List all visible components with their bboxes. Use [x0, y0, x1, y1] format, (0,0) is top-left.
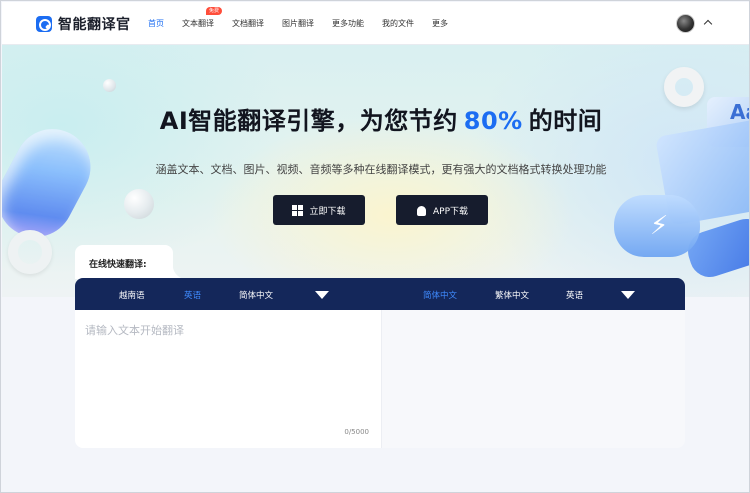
chevron-up-icon[interactable]	[703, 19, 713, 29]
download-button-label: 立即下载	[309, 206, 346, 217]
char-counter: 0/5000	[344, 428, 369, 436]
hero-title: AI智能翻译引擎，为您节约 80% 的时间	[2, 101, 749, 136]
android-icon	[416, 205, 427, 216]
download-button[interactable]: 立即下载	[273, 195, 365, 225]
source-lang-simplified-chinese[interactable]: 简体中文	[239, 289, 273, 301]
source-lang-vietnamese[interactable]: 越南语	[119, 289, 145, 301]
logo[interactable]: 智能翻译官	[36, 14, 131, 34]
translation-output	[381, 310, 685, 448]
sphere-decoration	[124, 189, 154, 219]
hero-title-main: AI智能翻译引擎，为您节约	[159, 107, 458, 135]
main-nav: 首页 文本翻译 免费 文档翻译 图片翻译 更多功能 我的文件 更多	[148, 2, 466, 45]
logo-text: 智能翻译官	[58, 17, 131, 33]
target-lang-traditional-chinese[interactable]: 繁体中文	[495, 289, 529, 301]
nav-text-translate[interactable]: 文本翻译 免费	[182, 7, 223, 29]
lightning-icon: ⚡	[650, 211, 669, 241]
small-sphere-decoration	[103, 79, 116, 92]
page-frame: 智能翻译官 首页 文本翻译 免费 文档翻译 图片翻译 更多功能 我的文件 更多 …	[0, 0, 750, 493]
target-lang-dropdown-icon[interactable]	[621, 291, 635, 299]
quick-translate-tab: 在线快速翻译:	[75, 245, 187, 279]
nav-doc-translate[interactable]: 文档翻译	[232, 18, 264, 29]
nav-more-features[interactable]: 更多功能	[332, 18, 364, 29]
nav-image-translate[interactable]: 图片翻译	[282, 18, 314, 29]
hero-title-tail: 的时间	[528, 107, 603, 135]
source-text-placeholder: 请输入文本开始翻译	[85, 324, 184, 337]
hero-subtitle: 涵盖文本、文档、图片、视频、音频等多种在线翻译模式，更有强大的文档格式转换处理功…	[155, 163, 607, 176]
avatar[interactable]	[676, 14, 695, 33]
target-lang-english[interactable]: 英语	[566, 289, 583, 301]
windows-icon	[292, 204, 304, 216]
source-lang-english[interactable]: 英语	[184, 289, 201, 301]
nav-more[interactable]: 更多	[432, 18, 448, 29]
app-download-button-label: APP下载	[432, 206, 468, 217]
nav-text-translate-label: 文本翻译	[182, 19, 214, 28]
language-bar: 越南语 英语 简体中文 简体中文 繁体中文 英语	[75, 278, 685, 310]
logo-icon	[36, 16, 52, 32]
ring-decoration	[8, 230, 52, 274]
target-lang-simplified-chinese[interactable]: 简体中文	[423, 289, 457, 301]
top-header: 智能翻译官 首页 文本翻译 免费 文档翻译 图片翻译 更多功能 我的文件 更多	[2, 2, 749, 45]
free-badge: 免费	[206, 7, 223, 15]
nav-my-files[interactable]: 我的文件	[382, 18, 414, 29]
source-lang-dropdown-icon[interactable]	[315, 291, 329, 299]
source-text-input[interactable]: 请输入文本开始翻译 0/5000	[75, 310, 381, 448]
nav-home[interactable]: 首页	[148, 18, 164, 29]
app-download-button[interactable]: APP下载	[396, 195, 488, 225]
hero-title-highlight: 80%	[463, 107, 523, 135]
